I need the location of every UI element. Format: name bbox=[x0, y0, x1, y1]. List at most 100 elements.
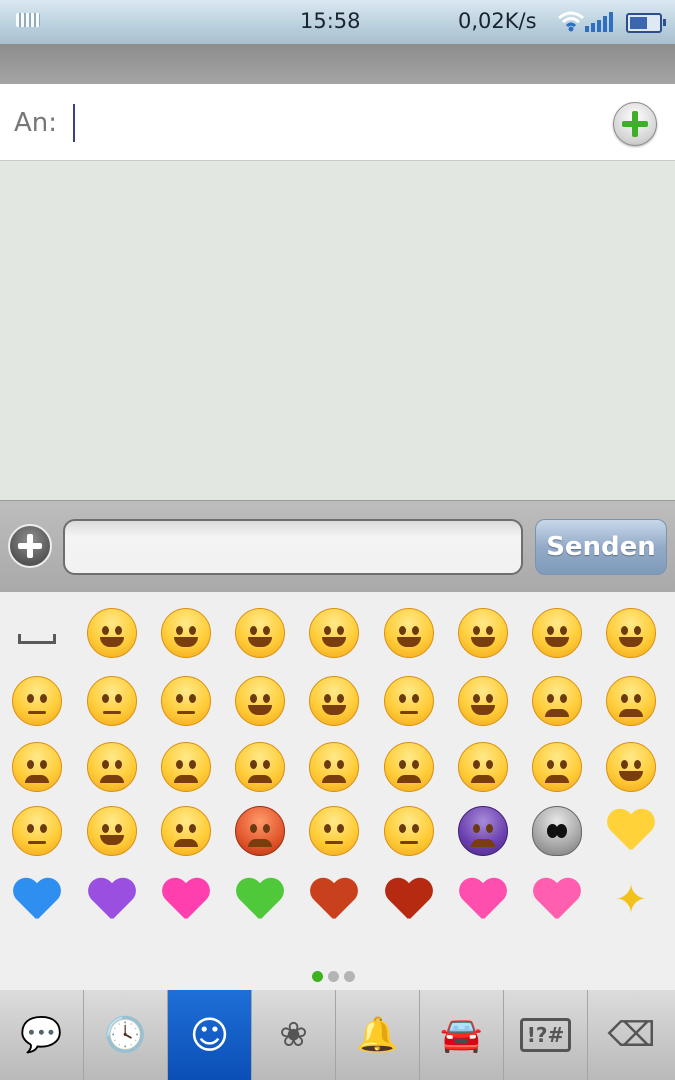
relieved-face-icon bbox=[87, 676, 137, 726]
message-input[interactable] bbox=[63, 519, 523, 575]
sob-face-icon bbox=[532, 742, 582, 792]
emoji-heart[interactable] bbox=[309, 875, 359, 925]
emoji-confounded[interactable] bbox=[87, 742, 137, 792]
category-tab-objects[interactable]: 🔔 bbox=[336, 990, 420, 1080]
emoji-kissing-closed-eyes[interactable] bbox=[606, 608, 656, 658]
heart-eyes-face-icon bbox=[458, 608, 508, 658]
emoji-cupid[interactable] bbox=[532, 875, 582, 925]
emoji-heart-eyes[interactable] bbox=[458, 608, 508, 658]
category-tab-symbols[interactable]: !?# bbox=[504, 990, 588, 1080]
emoji-relieved[interactable] bbox=[87, 676, 137, 726]
car-icon: 🚘 bbox=[440, 1015, 483, 1055]
emoji-sob[interactable] bbox=[532, 742, 582, 792]
category-tab-places[interactable]: 🚘 bbox=[420, 990, 504, 1080]
persevere-face-icon bbox=[384, 742, 434, 792]
emoji-sweat[interactable] bbox=[532, 676, 582, 726]
stuck-out-tongue-winking-face-icon bbox=[235, 676, 285, 726]
emoji-flushed[interactable] bbox=[12, 676, 62, 726]
emoji-rage[interactable] bbox=[235, 806, 285, 856]
grin-face-icon bbox=[87, 608, 137, 658]
emoji-disappointed[interactable] bbox=[12, 742, 62, 792]
speech-bubble-icon: 💬 bbox=[20, 1015, 63, 1055]
emoji-grimacing[interactable] bbox=[161, 676, 211, 726]
emoji-sleepy[interactable] bbox=[309, 806, 359, 856]
emoji-green-heart[interactable] bbox=[235, 875, 285, 925]
recipient-label: An: bbox=[14, 108, 58, 138]
emoji-cry[interactable] bbox=[458, 742, 508, 792]
attach-button[interactable] bbox=[8, 524, 52, 568]
green-heart-icon bbox=[235, 875, 285, 925]
title-bar bbox=[0, 44, 675, 84]
plus-icon bbox=[18, 534, 42, 558]
emoji-relaxed[interactable] bbox=[309, 608, 359, 658]
message-thread-area[interactable] bbox=[0, 161, 675, 500]
smiley-icon: ☺ bbox=[189, 1013, 230, 1057]
relaxed-face-icon bbox=[309, 608, 359, 658]
emoji-cold-sweat[interactable] bbox=[235, 742, 285, 792]
emoji-astonished[interactable] bbox=[12, 806, 62, 856]
emoji-mask[interactable] bbox=[384, 806, 434, 856]
space-icon bbox=[18, 634, 56, 644]
emoji-alien[interactable] bbox=[532, 806, 582, 856]
emoji-stuck-out-tongue-closed-eyes[interactable] bbox=[309, 676, 359, 726]
purple-heart-icon bbox=[87, 875, 137, 925]
disappointed-face-icon bbox=[12, 742, 62, 792]
signal-icon bbox=[585, 12, 613, 32]
emoji-scream[interactable] bbox=[87, 806, 137, 856]
heart-icon bbox=[309, 875, 359, 925]
emoji-joy[interactable] bbox=[606, 742, 656, 792]
emoji-imp[interactable] bbox=[458, 806, 508, 856]
smile-face-icon bbox=[161, 608, 211, 658]
emoji-yellow-heart[interactable] bbox=[606, 806, 656, 856]
status-bar: 15:58 0,02K/s bbox=[0, 0, 675, 44]
recipient-input[interactable] bbox=[70, 100, 594, 144]
emoji-keyboard: ✦ bbox=[0, 592, 675, 990]
status-time: 15:58 bbox=[300, 9, 361, 33]
kissing-heart-face-icon bbox=[532, 608, 582, 658]
emoji-heartpulse[interactable] bbox=[161, 875, 211, 925]
emoji-sparkles[interactable]: ✦ bbox=[606, 875, 656, 925]
send-button[interactable]: Senden bbox=[535, 519, 667, 575]
emoji-angry[interactable] bbox=[161, 806, 211, 856]
emoji-broken-heart[interactable] bbox=[384, 875, 434, 925]
emoji-wink[interactable] bbox=[384, 608, 434, 658]
emoji-disappointed-relieved[interactable] bbox=[161, 742, 211, 792]
category-tab-recent-messages[interactable]: 💬 bbox=[0, 990, 84, 1080]
emoji-grin[interactable] bbox=[87, 608, 137, 658]
sweat-face-icon bbox=[532, 676, 582, 726]
joy-face-icon bbox=[606, 742, 656, 792]
emoji-smirk[interactable] bbox=[458, 676, 508, 726]
emoji-purple-heart[interactable] bbox=[87, 875, 137, 925]
cupid-icon bbox=[532, 875, 582, 925]
smirk-face-icon bbox=[458, 676, 508, 726]
emoji-kissing-heart[interactable] bbox=[532, 608, 582, 658]
emoji-fearful[interactable] bbox=[309, 742, 359, 792]
category-tab-delete[interactable]: ⌫ bbox=[588, 990, 675, 1080]
emoji-smiley[interactable] bbox=[235, 608, 285, 658]
scream-face-icon bbox=[87, 806, 137, 856]
alien-face-icon bbox=[532, 806, 582, 856]
clock-icon: 🕓 bbox=[104, 1015, 147, 1055]
emoji-unamused[interactable] bbox=[384, 676, 434, 726]
emoji-space[interactable] bbox=[12, 608, 62, 658]
grimacing-face-icon bbox=[161, 676, 211, 726]
add-contact-button[interactable] bbox=[613, 102, 657, 146]
category-tab-recent[interactable]: 🕓 bbox=[84, 990, 168, 1080]
category-tab-nature[interactable]: ❀ bbox=[252, 990, 336, 1080]
emoji-pensive[interactable] bbox=[606, 676, 656, 726]
network-speed: 0,02K/s bbox=[458, 9, 537, 33]
emoji-blue-heart[interactable] bbox=[12, 875, 62, 925]
page-indicator bbox=[312, 967, 360, 982]
kissing-closed-eyes-face-icon bbox=[606, 608, 656, 658]
backspace-icon: ⌫ bbox=[607, 1015, 656, 1055]
emoji-smile[interactable] bbox=[161, 608, 211, 658]
unamused-face-icon bbox=[384, 676, 434, 726]
emoji-persevere[interactable] bbox=[384, 742, 434, 792]
yellow-heart-icon bbox=[606, 806, 656, 856]
category-tab-people[interactable]: ☺ bbox=[168, 990, 252, 1080]
emoji-sparkling-heart[interactable] bbox=[458, 875, 508, 925]
imp-face-icon bbox=[458, 806, 508, 856]
battery-icon bbox=[626, 13, 666, 33]
emoji-stuck-out-tongue-winking[interactable] bbox=[235, 676, 285, 726]
compose-bar: Senden bbox=[0, 500, 675, 593]
